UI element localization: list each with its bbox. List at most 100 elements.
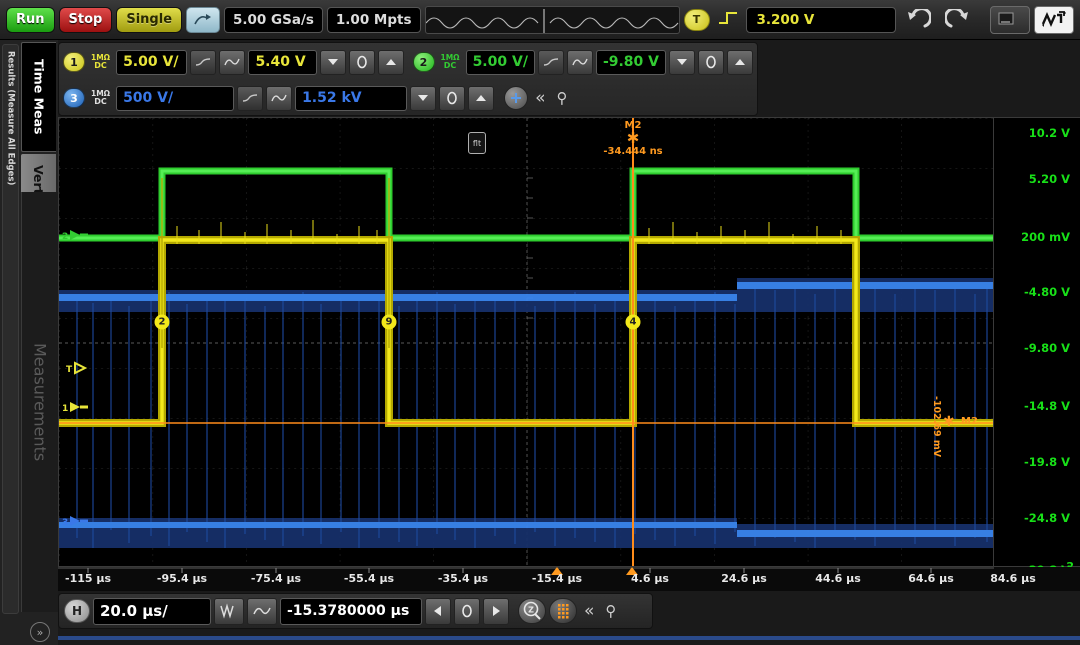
channel-3-center-icon[interactable] [439,86,465,111]
stop-button[interactable]: Stop [59,7,113,33]
svg-text:3: 3 [62,518,68,528]
status-bar [58,636,1080,640]
channel-1-offset[interactable]: 5.40 V [248,50,316,75]
horizontal-scale[interactable]: 20.0 µs/ [93,598,211,625]
horizontal-pin-icon[interactable]: ⚲ [601,602,620,620]
channel-3-lowpass-filter-icon[interactable] [237,86,263,111]
channel-3-offset[interactable]: 1.52 kV [295,86,407,111]
channel-3-scale[interactable]: 500 V/ [116,86,234,111]
channel-2-button[interactable]: 2 [413,52,435,72]
channel-1-scale[interactable]: 5.00 V/ [116,50,187,75]
trigger-level-display[interactable]: 3.200 V [746,7,896,33]
channel-3-chevron-up-icon[interactable] [468,86,494,111]
waveform-preview-icon[interactable] [425,6,680,34]
vaxis-tick-5: -14.8 V [1024,399,1070,413]
svg-text:2: 2 [62,232,68,242]
marker-9[interactable]: 9 [382,315,397,330]
trigger-badge[interactable]: T [684,9,710,31]
svg-text:Z: Z [528,606,534,615]
channel-1-coupling[interactable]: 1MΩ DC [88,54,113,70]
horizontal-position[interactable]: -15.3780000 µs [280,598,422,625]
taxis-tick-4: -35.4 µs [438,572,488,585]
channel-2-scale[interactable]: 5.00 V/ [466,50,535,75]
channel-2-chevron-up-icon[interactable] [727,50,753,75]
tab-time-meas[interactable]: Time Meas [21,42,56,152]
vaxis-tick-6: -19.8 V [1024,455,1070,469]
add-channel-icon[interactable] [504,86,528,110]
channel-3-ground-marker[interactable]: 3 [62,514,88,528]
filter-badge[interactable]: flt [468,132,486,154]
channel-2-offset[interactable]: -9.80 V [596,50,666,75]
channel-2-sine-wave-icon[interactable] [567,50,593,75]
horizontal-sine-wave-icon[interactable] [247,598,277,625]
taxis-tick-8: 44.6 µs [815,572,861,585]
redo-icon[interactable] [940,6,976,34]
taxis-tick-9: 64.6 µs [908,572,954,585]
svg-text:1: 1 [62,404,68,414]
measurements-panel: Measurements [21,192,58,612]
zoom-waveform-icon[interactable] [214,598,244,625]
channel-1-chevron-down-icon[interactable] [320,50,346,75]
channel-2-coupling[interactable]: 1MΩ DC [438,54,463,70]
vertical-axis: 10.2 V 5.20 V 200 mV -4.80 V -9.80 V -14… [994,117,1080,567]
marker-2[interactable]: 2 [155,315,170,330]
trigger-level-marker[interactable]: T [66,361,90,375]
apps-icon[interactable] [990,6,1030,34]
results-label: Results (Measure All Edges) [6,51,16,185]
analyze-icon[interactable] [1034,6,1074,34]
horizontal-control-bar: H 20.0 µs/ -15.3780000 µs Z [58,593,653,629]
channel-3-sine-wave-icon[interactable] [266,86,292,111]
top-toolbar: Run Stop Single 5.00 GSa/s 1.00 Mpts T 3… [0,0,1080,40]
channel-1-lowpass-filter-icon[interactable] [190,50,216,75]
channel-3-button[interactable]: 3 [63,88,85,108]
vaxis-tick-7: -24.8 V [1024,511,1070,525]
collapse-icon[interactable]: « [531,88,549,108]
channel-2-chevron-down-icon[interactable] [669,50,695,75]
measurements-label: Measurements [31,343,50,461]
vaxis-tick-3: -4.80 V [1024,285,1070,299]
channel-1-button[interactable]: 1 [63,52,85,72]
taxis-tick-2: -75.4 µs [251,572,301,585]
channel-1-center-icon[interactable] [349,50,375,75]
channel-3-coupling[interactable]: 1MΩ DC [88,90,113,106]
sample-rate-display[interactable]: 5.00 GSa/s [224,7,323,33]
results-column[interactable]: Results (Measure All Edges) [2,44,19,614]
run-button[interactable]: Run [6,7,55,33]
horizontal-collapse-icon[interactable]: « [580,601,598,621]
taxis-tick-10: 84.6 µs [990,572,1036,585]
segments-icon[interactable] [549,598,577,624]
horizontal-badge[interactable]: H [64,599,90,623]
single-button[interactable]: Single [116,7,182,33]
vaxis-tick-4: -9.80 V [1024,341,1070,355]
vaxis-tick-0: 10.2 V [1029,126,1070,140]
channel-3-chevron-down-icon[interactable] [410,86,436,111]
horizontal-chevron-right-icon[interactable] [483,598,509,625]
taxis-tick-0: -115 µs [65,572,111,585]
pin-icon[interactable]: ⚲ [552,89,571,107]
channel-2-lowpass-filter-icon[interactable] [538,50,564,75]
waveform-display[interactable]: flt M2 ✱ -34.444 ns 2 9 4 -102.69 mV ✱ M… [58,117,994,567]
channel-2-ground-marker[interactable]: 2 [62,228,88,242]
channel-2-center-icon[interactable] [698,50,724,75]
taxis-tick-5: -15.4 µs [532,572,582,585]
zoom-icon[interactable]: Z [518,598,546,624]
oscilloscope-app: Run Stop Single 5.00 GSa/s 1.00 Mpts T 3… [0,0,1080,645]
expand-right-icon[interactable]: » [30,622,50,642]
undo-icon[interactable] [900,6,936,34]
channel-1-sine-wave-icon[interactable] [219,50,245,75]
vaxis-tick-2: 200 mV [1021,230,1070,244]
rising-edge-icon[interactable] [714,8,742,32]
channel-1-chevron-up-icon[interactable] [378,50,404,75]
memory-depth-display[interactable]: 1.00 Mpts [327,7,421,33]
auto-scale-icon[interactable] [186,7,220,33]
svg-text:T: T [66,365,73,375]
channel-row-1: 1 1MΩ DC 5.00 V/ 5.40 V 2 [63,46,753,78]
m2-right-label: M2 [961,416,978,427]
taxis-tick-6: 4.6 µs [631,572,669,585]
marker-4[interactable]: 4 [626,315,641,330]
channel-1-ground-marker[interactable]: 1 [62,400,88,414]
taxis-tick-7: 24.6 µs [721,572,767,585]
taxis-tick-3: -55.4 µs [344,572,394,585]
horizontal-center-icon[interactable] [454,598,480,625]
horizontal-chevron-left-icon[interactable] [425,598,451,625]
